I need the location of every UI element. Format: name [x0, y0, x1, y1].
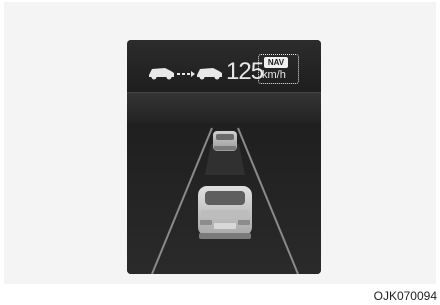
distance-dashes-icon [177, 71, 195, 77]
lead-vehicle [213, 131, 237, 151]
image-code: OJK070094 [373, 289, 437, 303]
nav-badge: NAV [264, 57, 288, 68]
cluster-display: 125 km/h NAV [127, 40, 321, 274]
own-vehicle [198, 186, 252, 239]
car-side-icon [149, 68, 174, 80]
car-side-icon [197, 68, 222, 80]
